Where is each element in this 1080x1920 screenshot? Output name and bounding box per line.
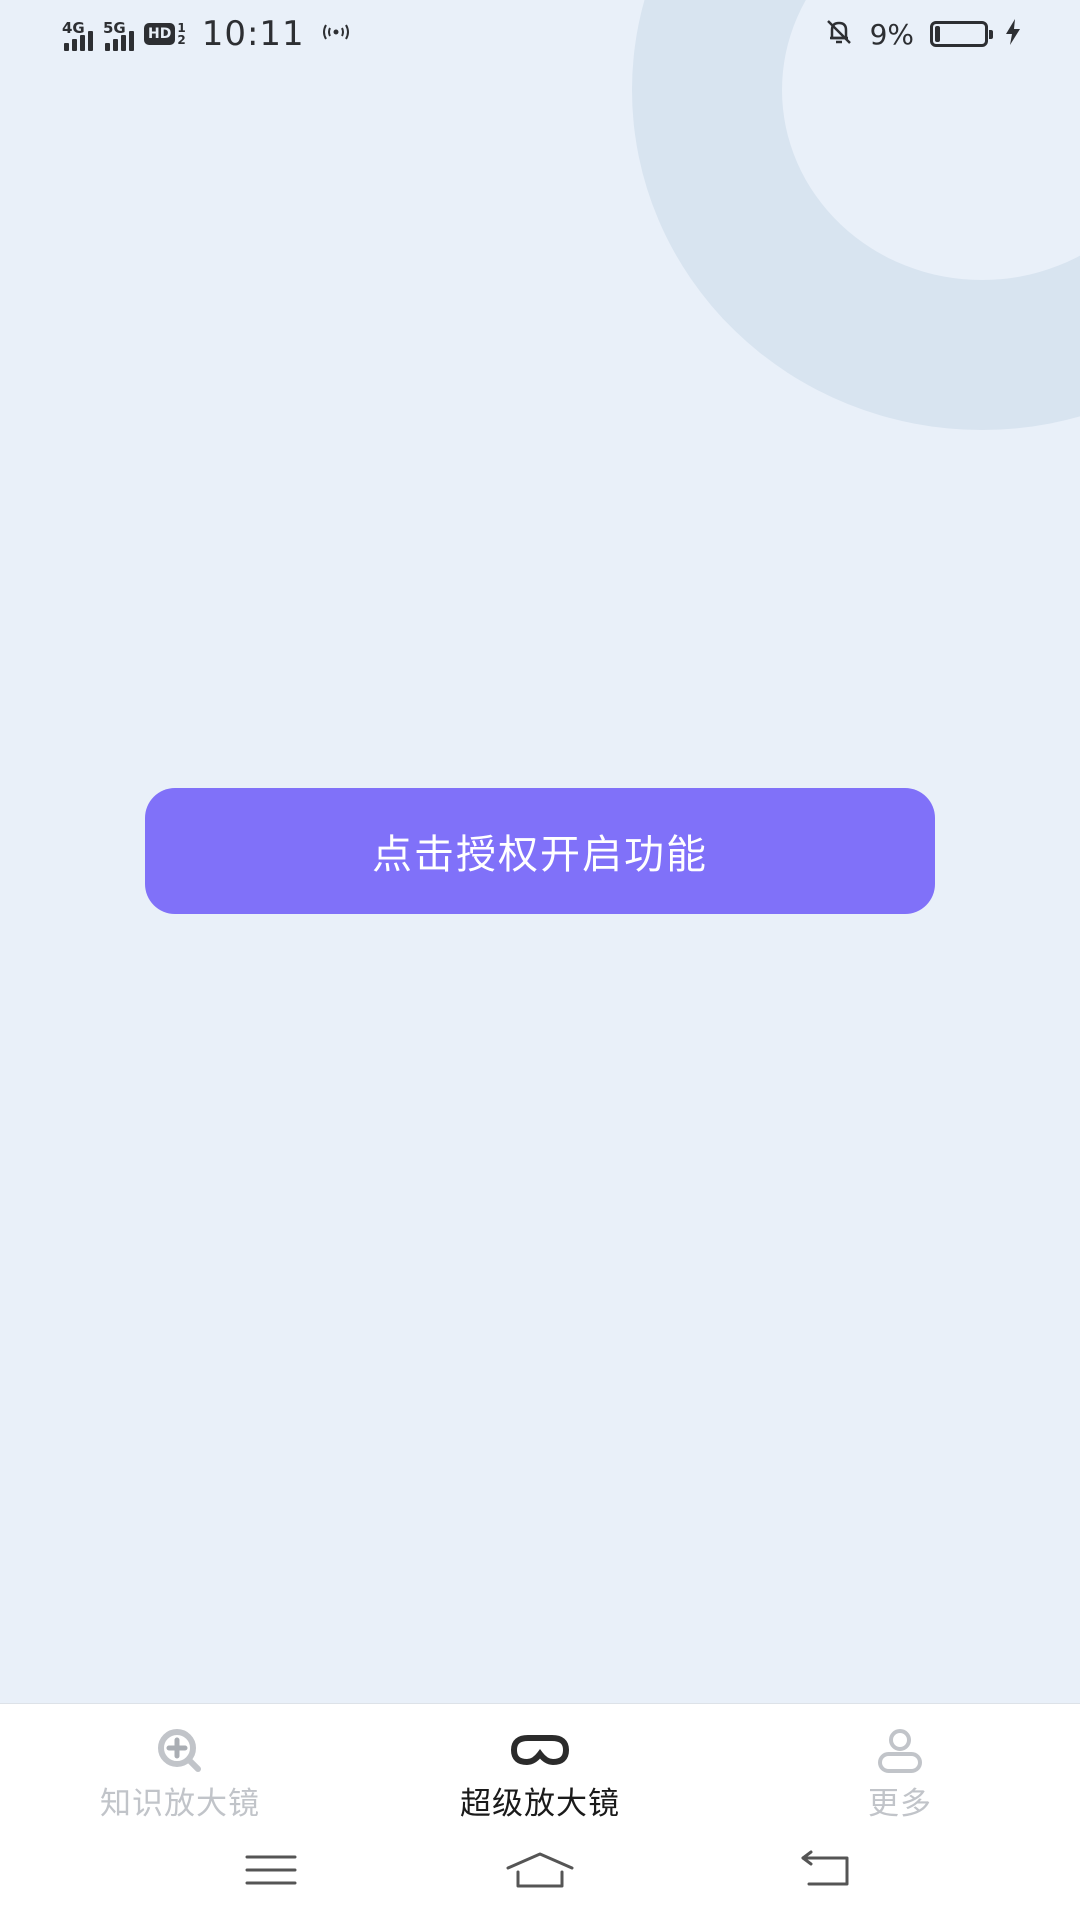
status-time: 10:11 (201, 14, 305, 54)
signal-label: 4G (62, 19, 85, 37)
tab-super-magnifier[interactable]: 超级放大镜 (360, 1704, 720, 1825)
tab-label: 知识放大镜 (100, 1786, 260, 1822)
bottom-tab-bar: 知识放大镜 超级放大镜 更多 (0, 1703, 1080, 1825)
tab-more[interactable]: 更多 (720, 1704, 1080, 1825)
signal-label: 5G (103, 19, 126, 37)
system-nav-bar (0, 1825, 1080, 1920)
wifi-calling-icon (321, 21, 351, 47)
menu-button[interactable] (236, 1847, 306, 1897)
home-icon (504, 1850, 576, 1894)
home-button[interactable] (505, 1847, 575, 1897)
user-icon (868, 1726, 932, 1774)
status-bar: 4G 5G HD 1 2 10:11 9% (0, 0, 1080, 66)
battery-percent: 9% (869, 17, 914, 51)
charging-icon (1004, 18, 1022, 50)
tab-label: 超级放大镜 (460, 1786, 620, 1822)
menu-icon (244, 1852, 298, 1892)
magnifier-plus-icon (148, 1726, 212, 1774)
hd-voice-icon: HD 1 2 (144, 22, 186, 46)
battery-icon (930, 21, 993, 47)
signal-icon: 5G (103, 17, 134, 51)
hd-label: HD (144, 23, 176, 45)
screen: 4G 5G HD 1 2 10:11 9% 点击授权开启功能 知识放大镜 超级放… (0, 0, 1080, 1920)
glasses-icon (508, 1726, 572, 1774)
status-bar-right: 9% (824, 14, 1022, 54)
signal-icon: 4G (62, 17, 93, 51)
back-icon (795, 1850, 855, 1894)
tab-label: 更多 (868, 1786, 932, 1822)
mute-bell-icon (824, 17, 854, 51)
authorize-button[interactable]: 点击授权开启功能 (145, 788, 935, 914)
tab-knowledge-magnifier[interactable]: 知识放大镜 (0, 1704, 360, 1825)
back-button[interactable] (790, 1847, 860, 1897)
status-bar-left: 4G 5G HD 1 2 10:11 (62, 14, 351, 54)
